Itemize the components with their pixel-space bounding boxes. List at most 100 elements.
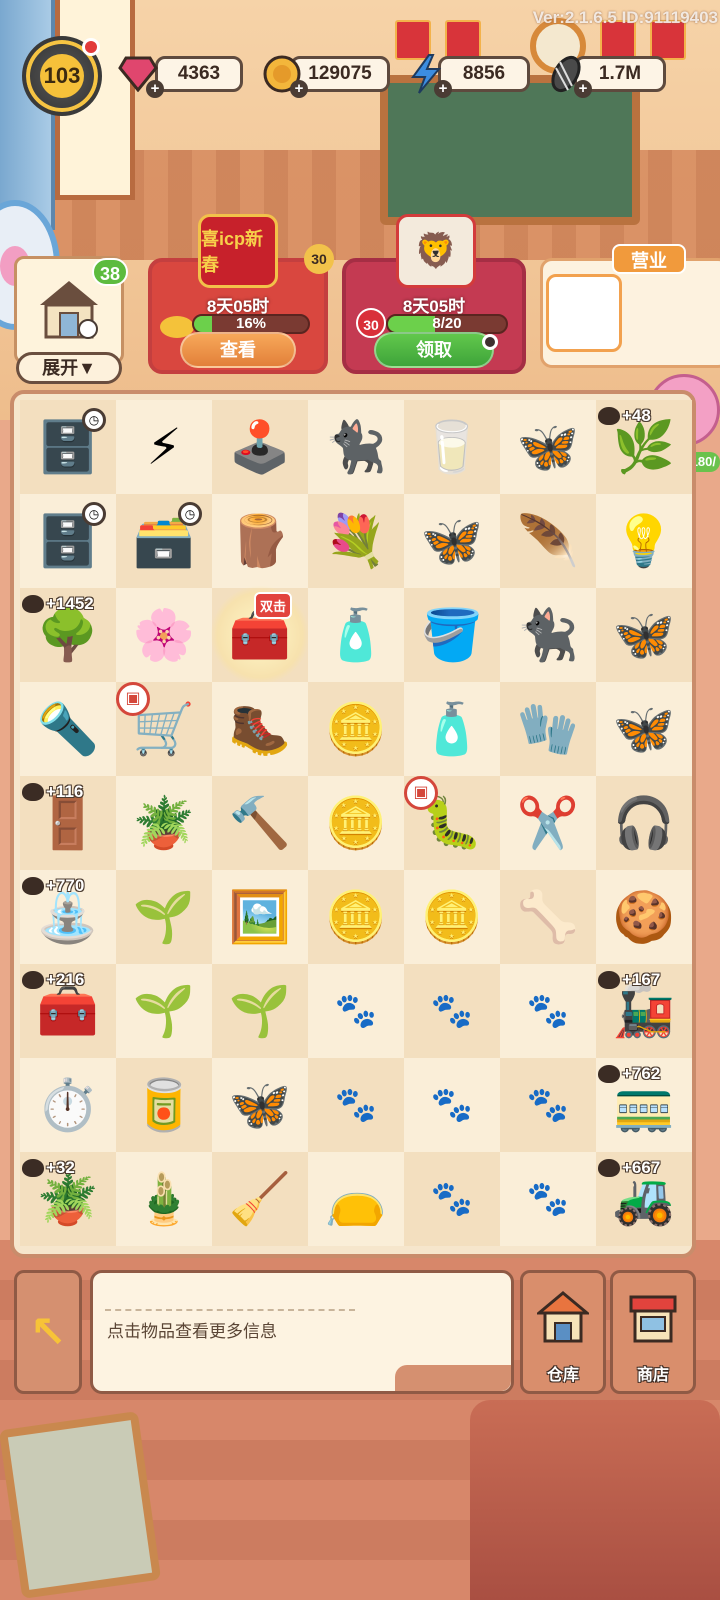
- board-cell[interactable]: 🪶: [500, 494, 596, 588]
- flower-pot-icon[interactable]: 💐: [325, 516, 387, 566]
- board-cell[interactable]: 🥫: [116, 1058, 212, 1152]
- board-cell[interactable]: 🌳 +1452: [20, 588, 116, 682]
- board-cell[interactable]: 🪙: [308, 776, 404, 870]
- board-cell[interactable]: 🦋: [596, 588, 692, 682]
- board-cell[interactable]: 🐈‍⬛: [500, 588, 596, 682]
- board-cell[interactable]: 🪴 +32: [20, 1152, 116, 1246]
- board-cell[interactable]: 🧹: [212, 1152, 308, 1246]
- sprout-box-icon[interactable]: 🌱: [133, 892, 195, 942]
- board-cell[interactable]: 🗃️ ◷: [116, 494, 212, 588]
- energy-cabinet-icon[interactable]: ⚡: [146, 422, 181, 472]
- rain-boots-icon[interactable]: 🥾: [229, 704, 291, 754]
- board-cell[interactable]: 🚃 +762: [596, 1058, 692, 1152]
- expand-button[interactable]: 展开▼: [16, 352, 122, 384]
- board-cell[interactable]: 🦋: [212, 1058, 308, 1152]
- soil-box-icon[interactable]: 🪴: [133, 798, 195, 848]
- board-cell[interactable]: 🪣: [404, 588, 500, 682]
- energy-fountain-icon[interactable]: ⛲: [37, 892, 99, 942]
- add-energy-button[interactable]: +: [434, 80, 452, 98]
- spray-bottle-icon[interactable]: 🧴: [325, 610, 387, 660]
- energy-toolbox-icon[interactable]: 🧰: [37, 986, 99, 1036]
- board-cell[interactable]: 🧰 双击: [210, 585, 310, 685]
- view-button[interactable]: 查看: [180, 332, 296, 368]
- add-gems-button[interactable]: +: [146, 80, 164, 98]
- board-cell[interactable]: 💡: [596, 494, 692, 588]
- board-cell[interactable]: 🐈‍⬛: [308, 400, 404, 494]
- paint-can-icon[interactable]: 🥫: [133, 1080, 195, 1130]
- butterfly-icon[interactable]: 🦋: [421, 516, 483, 566]
- board-cell[interactable]: 🖼️: [212, 870, 308, 964]
- board-cell[interactable]: 🥛: [404, 400, 500, 494]
- warehouse-button[interactable]: 仓库: [520, 1270, 606, 1394]
- board-cell[interactable]: 🪙: [404, 870, 500, 964]
- bucket-icon[interactable]: 🪣: [421, 610, 483, 660]
- board-cell[interactable]: 🪙: [308, 870, 404, 964]
- board-cell[interactable]: 🦴: [500, 870, 596, 964]
- board-cell[interactable]: 🐾: [500, 1058, 596, 1152]
- board-cell[interactable]: 🐾: [500, 964, 596, 1058]
- back-arrow-button[interactable]: ↖: [14, 1270, 82, 1394]
- wood-planks-icon[interactable]: 🪵: [229, 516, 291, 566]
- board-cell[interactable]: 🗄️ ◷: [20, 400, 116, 494]
- add-seeds-button[interactable]: +: [574, 80, 592, 98]
- board-cell[interactable]: 🌱: [116, 964, 212, 1058]
- board-cell[interactable]: 🐾: [404, 1152, 500, 1246]
- energy-moth-icon[interactable]: 🦋: [517, 422, 579, 472]
- pocket-watch-icon[interactable]: ⏱️: [37, 1080, 99, 1130]
- board-cell[interactable]: ⛲ +770: [20, 870, 116, 964]
- energy-machine-icon[interactable]: 🚜: [613, 1174, 675, 1224]
- board-cell[interactable]: 🚜 +667: [596, 1152, 692, 1246]
- biscuit-icon[interactable]: 🍪: [613, 892, 675, 942]
- milk-pack-icon[interactable]: 🥛: [421, 422, 483, 472]
- board-cell[interactable]: 🐛 ▣: [404, 776, 500, 870]
- bonsai-icon[interactable]: 🎍: [133, 1174, 195, 1224]
- board-cell[interactable]: 🐾: [404, 964, 500, 1058]
- spotlight-icon[interactable]: 🔦: [37, 704, 99, 754]
- energy-train-icon[interactable]: 🚃: [613, 1080, 675, 1130]
- board-cell[interactable]: 🐾: [500, 1152, 596, 1246]
- board-cell[interactable]: 🎧: [596, 776, 692, 870]
- player-level-badge[interactable]: 103: [22, 36, 102, 116]
- board-cell[interactable]: 🧤: [500, 682, 596, 776]
- board-cell[interactable]: 🔦: [20, 682, 116, 776]
- coin-icon[interactable]: 🪙: [325, 892, 387, 942]
- moth-2-icon[interactable]: 🦋: [613, 610, 675, 660]
- board-cell[interactable]: 🔨: [212, 776, 308, 870]
- board-cell[interactable]: 🪙: [308, 682, 404, 776]
- board-cell[interactable]: 🥾: [212, 682, 308, 776]
- pouch-icon[interactable]: 👝: [325, 1174, 387, 1224]
- event-card-lion-dance[interactable]: 🦁 8天05时 30 8/20 领取: [342, 214, 526, 374]
- board-cell[interactable]: 🧰 +216: [20, 964, 116, 1058]
- flower-plant-icon[interactable]: 🌸: [133, 610, 195, 660]
- board-cell[interactable]: 🐾: [308, 964, 404, 1058]
- board-cell[interactable]: 🎍: [116, 1152, 212, 1246]
- business-item-slot[interactable]: [546, 274, 622, 352]
- board-cell[interactable]: 🪴: [116, 776, 212, 870]
- energy-tree-icon[interactable]: 🌳: [37, 610, 99, 660]
- photos-icon[interactable]: 🖼️: [229, 892, 291, 942]
- sleeping-cat-icon[interactable]: 🐈‍⬛: [517, 610, 579, 660]
- gloves-icon[interactable]: 🧤: [517, 704, 579, 754]
- yellow-butterfly-icon[interactable]: 🦋: [229, 1080, 291, 1130]
- board-cell[interactable]: 🌱: [116, 870, 212, 964]
- energy-cart-icon[interactable]: 🚂: [613, 986, 675, 1036]
- bottle-icon[interactable]: 🧴: [421, 704, 483, 754]
- board-cell[interactable]: 🦋: [596, 682, 692, 776]
- board-cell[interactable]: 💐: [308, 494, 404, 588]
- board-cell[interactable]: ⏱️: [20, 1058, 116, 1152]
- board-cell[interactable]: 🐾: [404, 1058, 500, 1152]
- shop-button[interactable]: 商店: [610, 1270, 696, 1394]
- headphones-icon[interactable]: 🎧: [613, 798, 675, 848]
- energy-plant-icon[interactable]: 🌿: [613, 422, 675, 472]
- handle-icon[interactable]: 🦴: [517, 892, 579, 942]
- arcade-machine-icon[interactable]: 🕹️: [229, 422, 291, 472]
- board-cell[interactable]: ⚡: [116, 400, 212, 494]
- board-cell[interactable]: 🧴: [308, 588, 404, 682]
- energy-pot-icon[interactable]: 🪴: [37, 1174, 99, 1224]
- coins-2-icon[interactable]: 🪙: [421, 892, 483, 942]
- coin-pile-icon[interactable]: 🪙: [325, 704, 387, 754]
- board-cell[interactable]: 🪵: [212, 494, 308, 588]
- energy-cabinet-3-icon[interactable]: 🚪: [37, 798, 99, 848]
- cat-food-bag-icon[interactable]: 🐈‍⬛: [325, 422, 387, 472]
- board-cell[interactable]: 🚪 +116: [20, 776, 116, 870]
